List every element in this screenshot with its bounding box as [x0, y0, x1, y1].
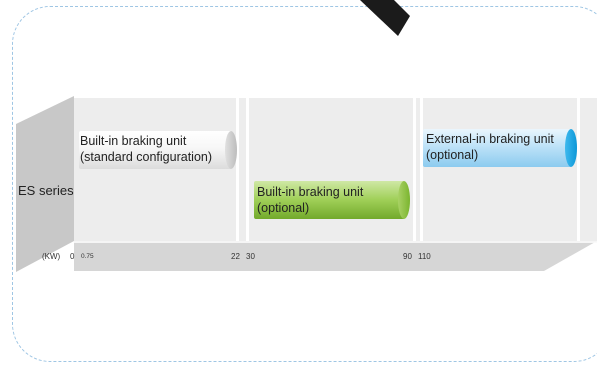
range-divider — [577, 98, 580, 243]
tick-label: 110 — [418, 252, 431, 261]
bar-label-line2: (optional) — [257, 201, 310, 215]
stage-background — [74, 98, 597, 243]
tick-label: 0.75 — [81, 253, 94, 260]
tick-label: 90 — [403, 252, 412, 261]
corner-mark — [360, 0, 410, 36]
axis-floor — [74, 241, 597, 271]
unit-label: (KW) — [42, 252, 61, 261]
range-divider — [420, 98, 423, 243]
range-divider — [413, 98, 416, 243]
bar-end-cap — [225, 131, 237, 169]
range-divider — [246, 98, 249, 243]
bar-label-line1: External-in braking unit — [426, 132, 554, 146]
tick-label: 30 — [246, 252, 255, 261]
bar-label-line2: (optional) — [426, 148, 479, 162]
bar-label-line2: (standard configuration) — [80, 150, 213, 164]
bar-end-cap — [398, 181, 410, 219]
bar-label-line1: Built-in braking unit — [80, 134, 187, 148]
series-label: ES series — [18, 183, 74, 198]
bar-end-cap — [565, 129, 577, 167]
range-divider — [236, 98, 239, 243]
tick-label: 22 — [231, 252, 240, 261]
tick-label: 0 — [70, 252, 75, 261]
bar-label-line1: Built-in braking unit — [257, 185, 364, 199]
